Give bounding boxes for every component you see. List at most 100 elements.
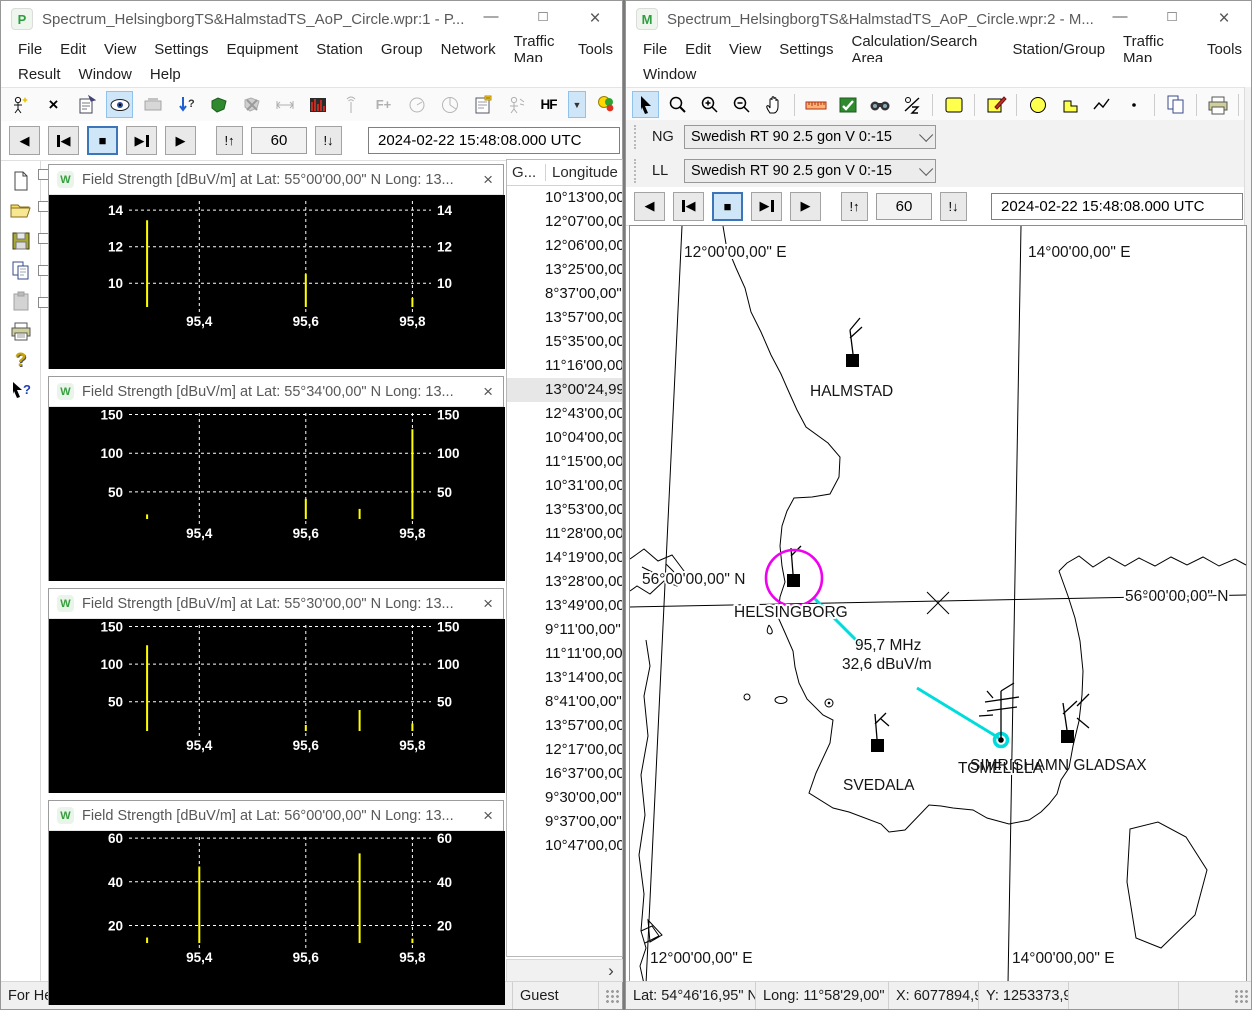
skip-start-button[interactable]: ◀ xyxy=(673,192,704,221)
longitude-row-15[interactable]: 14°19'00,00 xyxy=(507,546,622,570)
clip-area-icon[interactable] xyxy=(238,91,265,118)
magnifier-icon[interactable] xyxy=(664,91,691,118)
longitude-row-9[interactable]: 12°43'00,00 xyxy=(507,402,622,426)
longitude-row-22[interactable]: 13°57'00,00 xyxy=(507,714,622,738)
traffic-balls-icon[interactable] xyxy=(592,91,619,118)
distance-icon[interactable] xyxy=(271,91,298,118)
station-halmstad[interactable]: HALMSTAD xyxy=(810,318,893,400)
right-menu-3[interactable]: Settings xyxy=(770,41,842,58)
close-icon[interactable]: × xyxy=(481,382,495,402)
longitude-row-1[interactable]: 12°07'00,00 xyxy=(507,210,622,234)
play-reverse-button[interactable]: ◀ xyxy=(9,126,40,155)
pie-icon[interactable] xyxy=(436,91,463,118)
properties-icon[interactable] xyxy=(73,91,100,118)
left-menu2-1[interactable]: Window xyxy=(70,66,141,83)
longitude-row-12[interactable]: 10°31'00,00 xyxy=(507,474,622,498)
map-settings-icon[interactable] xyxy=(834,91,861,118)
minimize-button[interactable]: — xyxy=(482,8,500,30)
skip-end-button[interactable]: ▶ xyxy=(751,192,782,221)
column-header-longitude[interactable]: Longitude xyxy=(546,164,622,181)
longitude-row-6[interactable]: 15°35'00,00 xyxy=(507,330,622,354)
save-icon[interactable] xyxy=(6,227,36,254)
left-menu-2[interactable]: View xyxy=(95,41,145,58)
longitude-row-23[interactable]: 12°17'00,00 xyxy=(507,738,622,762)
longitude-row-3[interactable]: 13°25'00,00 xyxy=(507,258,622,282)
interval-field[interactable]: 60 xyxy=(876,193,932,220)
draw-polygon-icon[interactable] xyxy=(1056,91,1083,118)
longitude-row-0[interactable]: 10°13'00,00 xyxy=(507,186,622,210)
longitude-row-7[interactable]: 11°16'00,00 xyxy=(507,354,622,378)
print-icon[interactable] xyxy=(6,317,36,344)
step-down-button[interactable]: !↓ xyxy=(940,192,967,221)
close-button[interactable]: × xyxy=(586,8,604,30)
left-menu-7[interactable]: Network xyxy=(432,41,505,58)
right-menu-0[interactable]: File xyxy=(634,41,676,58)
measure-angle-icon[interactable] xyxy=(898,91,925,118)
context-help-icon[interactable]: ? xyxy=(6,377,36,404)
toolbar-drag-handle[interactable] xyxy=(634,125,640,149)
left-menu2-2[interactable]: Help xyxy=(141,66,190,83)
rotate-icon[interactable] xyxy=(403,91,430,118)
step-up-button[interactable]: !↑ xyxy=(841,192,868,221)
longitude-row-18[interactable]: 9°11'00,00" xyxy=(507,618,622,642)
map-canvas[interactable]: HALMSTAD HELSINGBORG SVEDALA TOMELILLA S… xyxy=(630,226,1246,984)
chart-titlebar[interactable]: W Field Strength [dBuV/m] at Lat: 55°30'… xyxy=(49,589,503,619)
datetime-field[interactable]: 2024-02-22 15:48:08.000 UTC xyxy=(991,193,1243,220)
longitude-row-13[interactable]: 13°53'00,00 xyxy=(507,498,622,522)
operator-icon[interactable] xyxy=(502,91,529,118)
view-results-eye-icon[interactable] xyxy=(106,91,133,118)
play-button[interactable]: ▶ xyxy=(165,126,196,155)
close-icon[interactable]: × xyxy=(481,594,495,614)
close-icon[interactable]: × xyxy=(481,806,495,826)
hf-label[interactable]: HF xyxy=(535,91,562,118)
longitude-row-11[interactable]: 11°15'00,00 xyxy=(507,450,622,474)
stop-button[interactable]: ■ xyxy=(712,192,743,221)
resize-grip[interactable] xyxy=(604,988,620,1004)
copy-icon[interactable] xyxy=(6,257,36,284)
new-icon[interactable] xyxy=(6,167,36,194)
left-menu-1[interactable]: Edit xyxy=(51,41,95,58)
step-down-button[interactable]: !↓ xyxy=(315,126,342,155)
longitude-row-14[interactable]: 11°28'00,00 xyxy=(507,522,622,546)
delete-icon[interactable]: × xyxy=(40,91,67,118)
left-menu-4[interactable]: Equipment xyxy=(217,41,307,58)
hf-dropdown-caret[interactable]: ▼ xyxy=(568,91,586,118)
spectrum-chart-icon[interactable] xyxy=(304,91,331,118)
right-menu-1[interactable]: Edit xyxy=(676,41,720,58)
right-menu-5[interactable]: Station/Group xyxy=(1003,41,1114,58)
longitude-row-2[interactable]: 12°06'00,00 xyxy=(507,234,622,258)
longitude-row-8[interactable]: 13°00'24,99 xyxy=(507,378,622,402)
report-icon[interactable] xyxy=(469,91,496,118)
resize-grip[interactable] xyxy=(1233,988,1249,1004)
pointer-icon[interactable] xyxy=(632,91,659,118)
right-menu-7[interactable]: Tools xyxy=(1198,41,1251,58)
draw-polyline-icon[interactable] xyxy=(1088,91,1115,118)
ll-grid-select[interactable]: Swedish RT 90 2.5 gon V 0:-15 xyxy=(684,159,936,183)
left-menu-6[interactable]: Group xyxy=(372,41,432,58)
print-map-icon[interactable] xyxy=(1204,91,1231,118)
column-header-group[interactable]: G... xyxy=(507,164,546,181)
longitude-row-10[interactable]: 10°04'00,00 xyxy=(507,426,622,450)
skip-start-button[interactable]: ◀ xyxy=(48,126,79,155)
longitude-row-27[interactable]: 10°47'00,00 xyxy=(507,834,622,858)
station-helsingborg[interactable]: HELSINGBORG xyxy=(734,546,848,621)
scroll-right-icon[interactable]: › xyxy=(600,961,622,981)
draw-circle-icon[interactable] xyxy=(1024,91,1051,118)
wizard-icon[interactable] xyxy=(7,91,34,118)
ruler-icon[interactable] xyxy=(802,91,829,118)
minimize-button[interactable]: — xyxy=(1111,8,1129,30)
longitude-row-26[interactable]: 9°37'00,00" xyxy=(507,810,622,834)
ng-grid-select[interactable]: Swedish RT 90 2.5 gon V 0:-15 xyxy=(684,125,936,149)
help-icon[interactable]: ? xyxy=(6,347,36,374)
play-reverse-button[interactable]: ◀ xyxy=(634,192,665,221)
maximize-button[interactable]: □ xyxy=(534,8,552,30)
station-svedala[interactable]: SVEDALA xyxy=(843,713,915,794)
stop-button[interactable]: ■ xyxy=(87,126,118,155)
coverage-area-icon[interactable] xyxy=(205,91,232,118)
horizontal-scrollbar[interactable]: › xyxy=(506,959,623,982)
open-icon[interactable] xyxy=(6,197,36,224)
longitude-row-5[interactable]: 13°57'00,00 xyxy=(507,306,622,330)
toolbar-drag-handle[interactable] xyxy=(634,159,640,183)
chart-titlebar[interactable]: W Field Strength [dBuV/m] at Lat: 55°00'… xyxy=(49,165,503,195)
left-menu-5[interactable]: Station xyxy=(307,41,372,58)
